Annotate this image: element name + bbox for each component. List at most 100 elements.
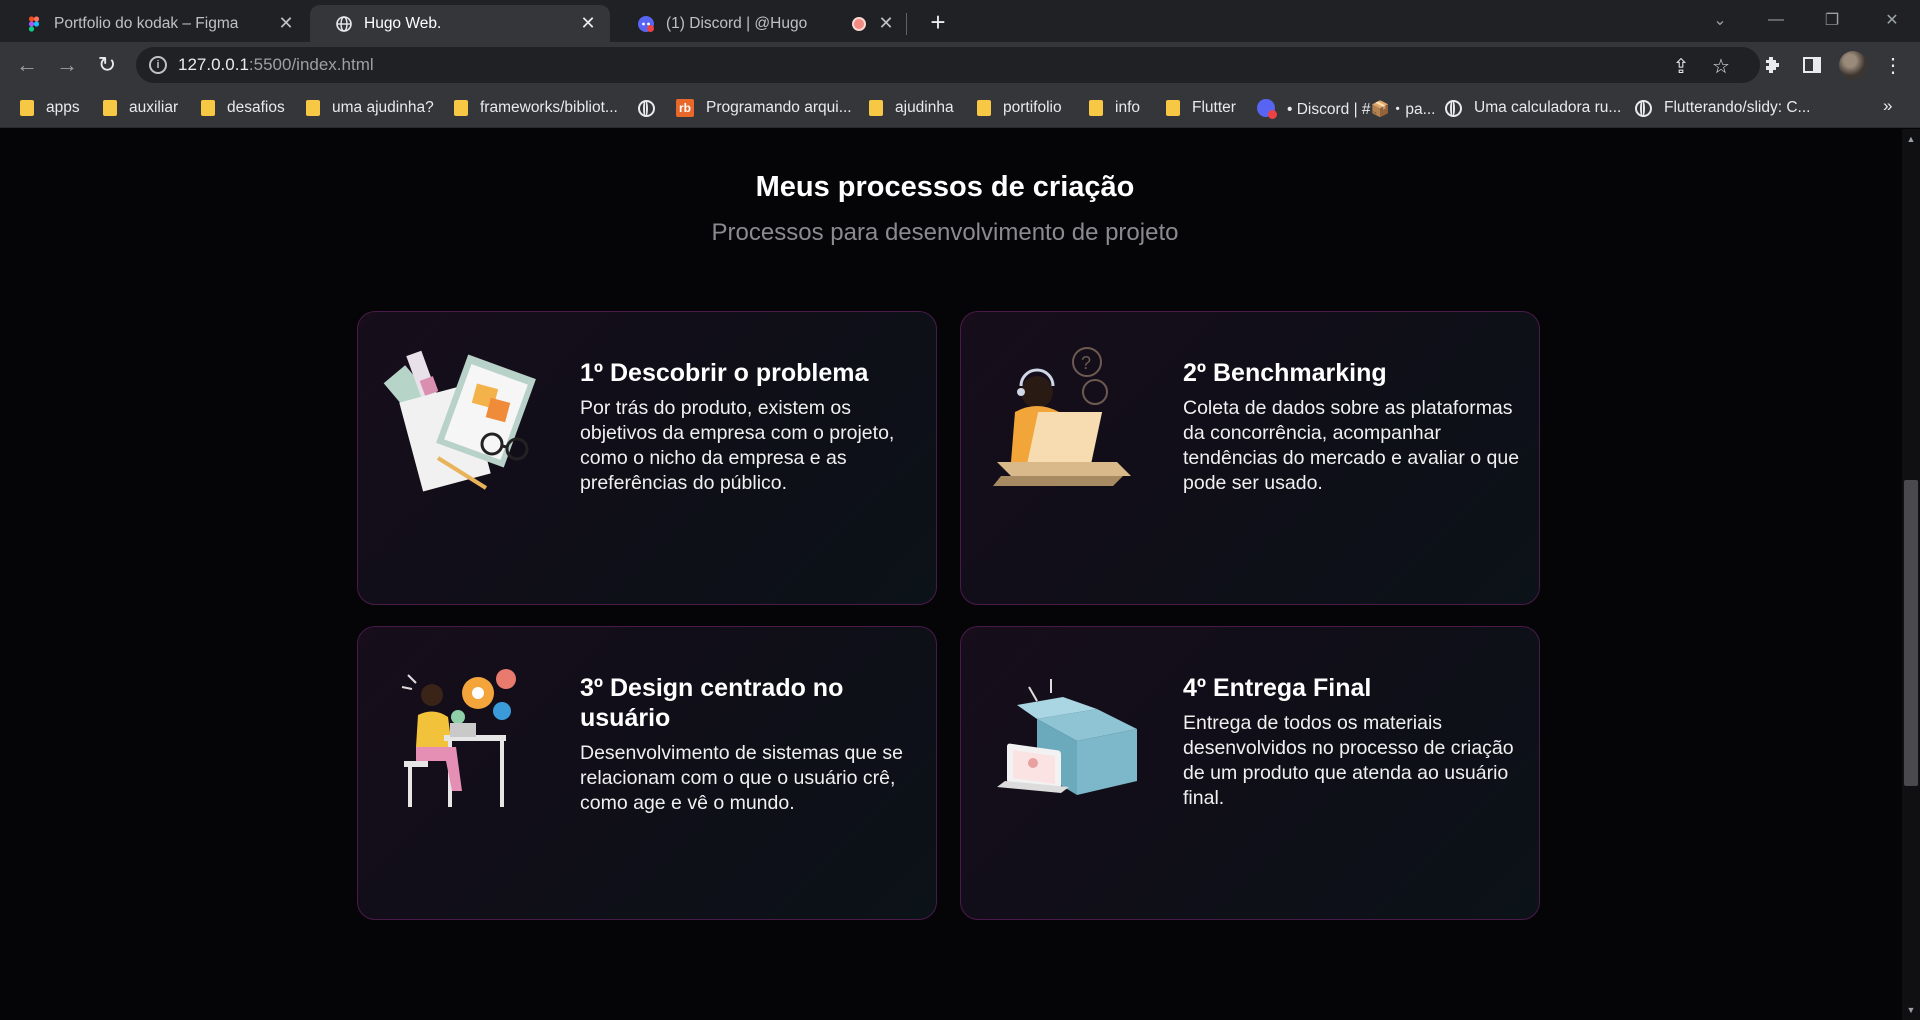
tab-search-icon[interactable]: ⌄ xyxy=(1692,0,1748,40)
reload-button[interactable]: ↻ xyxy=(92,50,122,80)
bookmark-label: apps xyxy=(46,99,80,116)
card-title: 2º Benchmarking xyxy=(1183,359,1387,387)
scrollbar-thumb[interactable] xyxy=(1904,480,1918,786)
tab-title: (1) Discord | @Hugo xyxy=(666,14,808,32)
folder-icon xyxy=(1166,100,1180,116)
bookmark-label: Flutter xyxy=(1192,99,1236,116)
bookmark-star-icon[interactable]: ☆ xyxy=(1710,55,1732,78)
side-panel-icon[interactable] xyxy=(1799,52,1825,78)
url-text: 127.0.0.1:5500/index.html xyxy=(178,55,374,75)
bookmark-label: info xyxy=(1115,99,1140,116)
process-card-1: 1º Descobrir o problema Por trás do prod… xyxy=(357,311,937,605)
bookmark-label: uma ajudinha? xyxy=(332,99,434,116)
minimize-button[interactable]: — xyxy=(1748,0,1804,40)
folder-icon xyxy=(306,100,320,116)
card-description: Por trás do produto, existem os objetivo… xyxy=(580,397,895,494)
card-title: 1º Descobrir o problema xyxy=(580,359,869,387)
bookmark-discord[interactable]: • Discord | #📦・pa... xyxy=(1257,97,1436,119)
tab-title: Hugo Web. xyxy=(364,14,442,32)
url-path: :5500/index.html xyxy=(248,55,374,74)
new-tab-button[interactable]: + xyxy=(924,7,952,37)
forward-button[interactable]: → xyxy=(52,50,82,80)
bookmark-ajudinha[interactable]: ajudinha xyxy=(869,97,954,119)
bookmark-flutter[interactable]: Flutter xyxy=(1166,97,1236,119)
close-tab-icon[interactable]: ✕ xyxy=(276,13,296,34)
section-title: Meus processos de criação xyxy=(755,171,1135,203)
back-button[interactable]: ← xyxy=(12,50,42,80)
bookmark-globe[interactable] xyxy=(638,97,667,119)
tab-title: Portfolio do kodak – Figma xyxy=(54,14,239,32)
section-subtitle: Processos para desenvolvimento de projet… xyxy=(711,219,1179,246)
address-bar[interactable]: i 127.0.0.1:5500/index.html ⇪ ☆ xyxy=(136,47,1760,83)
tab-discord[interactable]: (1) Discord | @Hugo ✕ xyxy=(612,5,908,42)
card-title: 4º Entrega Final xyxy=(1183,674,1372,702)
process-card-3: 3º Design centrado no usuário Desenvolvi… xyxy=(357,626,937,920)
folder-icon xyxy=(1089,100,1103,116)
bookmark-label: ajudinha xyxy=(895,99,954,116)
close-window-button[interactable]: ✕ xyxy=(1864,0,1920,40)
bookmark-apps[interactable]: apps xyxy=(20,97,80,119)
bookmark-auxiliar[interactable]: auxiliar xyxy=(103,97,178,119)
bookmark-label: • Discord | #📦・pa... xyxy=(1287,101,1436,118)
card-description: Coleta de dados sobre as plataformas da … xyxy=(1183,397,1520,494)
globe-icon xyxy=(1635,99,1652,117)
recording-icon xyxy=(852,16,866,31)
folder-icon xyxy=(201,100,215,116)
share-icon[interactable]: ⇪ xyxy=(1670,55,1692,78)
folder-icon xyxy=(103,100,117,116)
discord-icon xyxy=(638,16,654,32)
bookmark-info[interactable]: info xyxy=(1089,97,1140,119)
card-title: 3º Design centrado no usuário xyxy=(580,674,844,732)
folder-icon xyxy=(977,100,991,116)
globe-icon xyxy=(638,99,655,117)
bookmark-frameworks[interactable]: frameworks/bibliot... xyxy=(454,97,618,119)
bookmark-label: frameworks/bibliot... xyxy=(480,99,618,116)
bookmark-portifolio[interactable]: portifolio xyxy=(977,97,1062,119)
folder-icon xyxy=(869,100,883,116)
bookmark-programando[interactable]: rb Programando arqui... xyxy=(676,97,852,119)
globe-icon xyxy=(1445,99,1462,117)
card-description: Entrega de todos os materiais desenvolvi… xyxy=(1183,712,1514,809)
site-info-icon[interactable]: i xyxy=(149,56,167,74)
menu-icon[interactable]: ⋮ xyxy=(1880,52,1906,78)
url-host: 127.0.0.1 xyxy=(178,55,249,74)
rb-icon: rb xyxy=(676,99,694,117)
folder-icon xyxy=(454,100,468,116)
discord-icon xyxy=(1257,99,1277,119)
tab-hugo-web[interactable]: Hugo Web. ✕ xyxy=(310,5,610,42)
bookmark-calculadora[interactable]: Uma calculadora ru... xyxy=(1445,97,1621,119)
svg-text:?: ? xyxy=(1081,353,1091,373)
profile-avatar[interactable] xyxy=(1839,51,1867,79)
bookmark-uma-ajudinha[interactable]: uma ajudinha? xyxy=(306,97,434,119)
bookmarks-bar: apps auxiliar desafios uma ajudinha? fra… xyxy=(0,88,1920,128)
close-tab-icon[interactable]: ✕ xyxy=(876,13,896,34)
bookmark-flutterando[interactable]: Flutterando/slidy: C... xyxy=(1635,97,1810,119)
bookmark-desafios[interactable]: desafios xyxy=(201,97,285,119)
card-description: Desenvolvimento de sistemas que se relac… xyxy=(580,742,903,814)
bookmark-label: Uma calculadora ru... xyxy=(1474,99,1622,116)
restore-button[interactable]: ❐ xyxy=(1804,0,1860,40)
tab-figma[interactable]: Portfolio do kodak – Figma ✕ xyxy=(0,5,308,42)
scroll-down-arrow-icon[interactable]: ▼ xyxy=(1902,1002,1920,1018)
scroll-up-arrow-icon[interactable]: ▲ xyxy=(1902,131,1920,147)
globe-icon xyxy=(336,16,352,32)
bookmark-label: Programando arqui... xyxy=(706,99,852,116)
bookmarks-overflow-button[interactable]: » xyxy=(1883,96,1892,116)
bookmark-label: portifolio xyxy=(1003,99,1062,116)
close-tab-icon[interactable]: ✕ xyxy=(578,13,598,34)
process-card-4: 4º Entrega Final Entrega de todos os mat… xyxy=(960,626,1540,920)
tab-strip: Portfolio do kodak – Figma ✕ Hugo Web. ✕… xyxy=(0,0,1920,42)
woman-desk-illustration xyxy=(401,669,516,807)
delivery-box-illustration xyxy=(997,679,1137,795)
browser-toolbar: ← → ↻ i 127.0.0.1:5500/index.html ⇪ ☆ ⋮ xyxy=(0,42,1920,88)
tab-separator xyxy=(906,13,907,35)
bookmark-label: auxiliar xyxy=(129,99,179,116)
desk-papers-illustration xyxy=(383,350,536,492)
bookmark-label: desafios xyxy=(227,99,285,116)
page-content: Meus processos de criação Processos para… xyxy=(0,129,1902,1020)
process-card-2: ? 2º Benchmarking Coleta de dados sobre … xyxy=(960,311,1540,605)
support-laptop-illustration: ? xyxy=(993,347,1131,486)
extensions-icon[interactable] xyxy=(1759,52,1785,78)
folder-icon xyxy=(20,100,34,116)
bookmark-label: Flutterando/slidy: C... xyxy=(1664,99,1811,116)
